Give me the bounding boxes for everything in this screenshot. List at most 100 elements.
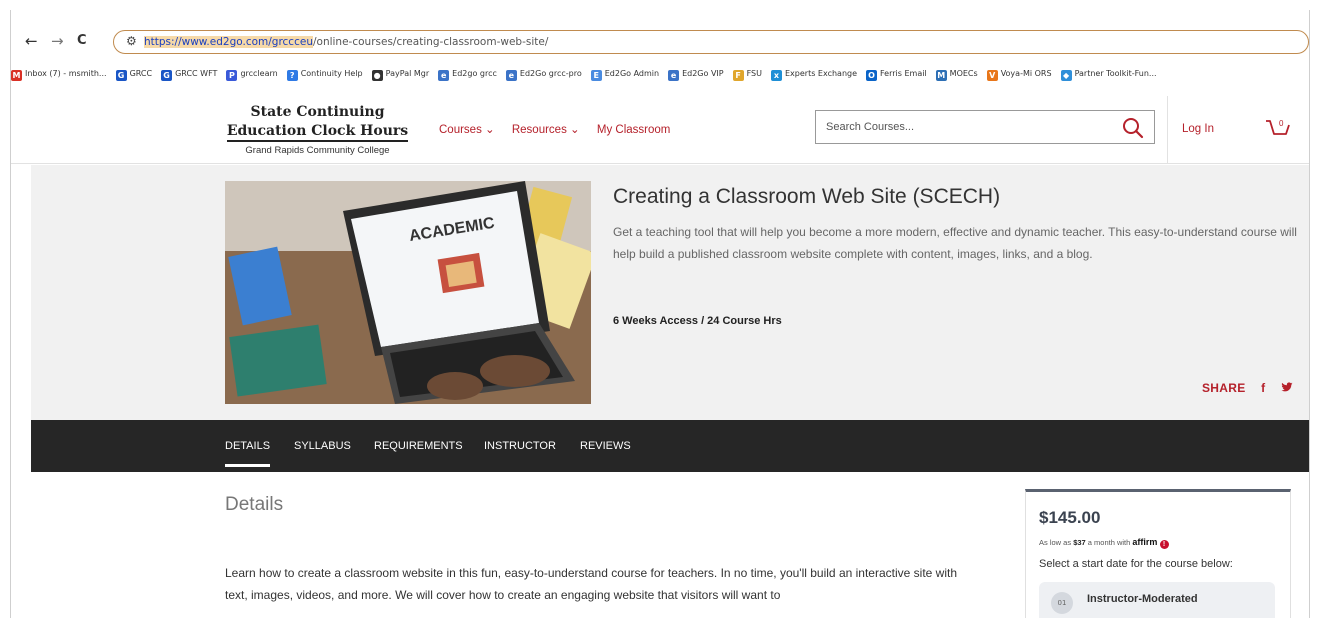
bookmark-label: Partner Toolkit-Fun... [1074,68,1157,78]
google-icon: G [161,69,173,81]
bookmark-item[interactable]: e Ed2go grcc [438,69,497,81]
toolkit-icon: ◆ [1060,69,1072,81]
bookmark-item[interactable]: F FSU [732,68,762,81]
bookmark-label: FSU [746,68,762,78]
search-placeholder: Search Courses... [826,121,915,133]
back-arrow-icon[interactable]: ← [25,32,38,50]
tab-instructor[interactable]: INSTRUCTOR [484,440,556,452]
bookmark-label: Inbox (7) - msmith... [25,68,107,78]
tab-syllabus[interactable]: SYLLABUS [294,440,351,452]
nav-resources[interactable]: Resources ⌄ [512,124,580,136]
start-date-option[interactable]: 01 Instructor-Moderated [1039,582,1275,618]
bookmark-item[interactable]: M MOECs [935,68,978,81]
bookmark-label: Ed2go grcc [452,68,497,78]
bookmark-item[interactable]: E Ed2Go Admin [590,68,660,81]
browser-window: ← → C ⚙ https://www.ed2go.com/grccceu/on… [10,10,1310,618]
help-icon: ? [286,69,298,81]
moecs-icon: M [935,69,947,81]
logo-line3: Grand Rapids Community College [245,145,390,156]
bookmark-item[interactable]: e Ed2Go grcc-pro [505,69,582,81]
option-label: Instructor-Moderated [1087,593,1198,605]
bookmark-item[interactable]: O Ferris Email [866,69,927,81]
bookmark-item[interactable]: M Inbox (7) - msmith... [11,69,107,81]
course-description: Get a teaching tool that will help you b… [613,225,1297,261]
twitter-icon[interactable] [1281,382,1293,393]
search-input[interactable]: Search Courses... [815,110,1155,144]
bookmark-label: Experts Exchange [785,68,858,78]
forward-arrow-icon[interactable]: → [51,32,64,50]
site-header: State Continuing Education Clock Hours G… [11,96,1309,164]
tab-details[interactable]: DETAILS [225,440,271,467]
voya-icon: V [986,69,998,81]
select-start-date-label: Select a start date for the course below… [1039,558,1233,570]
bookmark-label: Ferris Email [880,68,927,78]
nav-my-classroom[interactable]: My Classroom [597,124,670,136]
bookmark-label: GRCC WFT [175,68,218,78]
bookmark-item[interactable]: x Experts Exchange [771,69,857,81]
bookmark-label: Voya-Mi ORS [1000,68,1052,78]
p-icon: P [226,69,238,81]
bookmarks-bar: M Inbox (7) - msmith... G GRCC G GRCC WFT Pgrc… [11,64,1309,84]
price-card: $145.00 As low as $37 a month with affir… [1025,489,1291,618]
google-icon: G [115,69,127,81]
reload-icon[interactable]: C [77,33,87,48]
bookmark-label: PayPal Mgr [385,68,430,78]
address-bar[interactable]: ⚙ https://www.ed2go.com/grccceu/online-c… [113,30,1309,54]
bookmark-item[interactable]: e Ed2Go VIP [668,69,724,81]
gmail-icon: M [11,69,22,81]
bookmark-label: Ed2Go VIP [682,68,724,78]
tab-requirements[interactable]: REQUIREMENTS [374,440,463,452]
ed2go-icon: e [505,69,517,81]
logo-line2: Education Clock Hours [226,123,409,142]
url-text[interactable]: https://www.ed2go.com/grccceu/online-cou… [144,36,548,48]
bookmark-item[interactable]: ● PayPal Mgr [371,68,430,81]
fsu-icon: F [732,69,744,81]
header-divider [1167,96,1168,164]
bookmark-item[interactable]: G GRCC WFT [161,69,217,81]
search-icon[interactable] [1122,117,1144,139]
bookmark-label: grcclearn [240,68,278,78]
course-title: Creating a Classroom Web Site (SCECH) [613,185,1001,208]
facebook-icon[interactable]: f [1261,381,1265,395]
cart-count: 0 [1279,119,1284,128]
info-icon[interactable]: ! [1159,540,1169,549]
bookmark-label: Ed2Go Admin [604,68,660,78]
course-hero: ACADEMIC Creating a Classroom Web Site (… [31,165,1309,420]
affirm-financing: As low as $37 a month with affirm ! [1039,537,1169,549]
affirm-suffix: a month with [1085,538,1133,547]
url-domain: https://www.ed2go.com/grccceu [144,36,313,48]
option-icon: 01 [1051,592,1073,614]
bookmark-item[interactable]: Pgrcclearn [226,68,278,81]
tab-reviews[interactable]: REVIEWS [580,440,631,452]
bookmark-item[interactable]: ? Continuity Help [286,68,363,81]
cart-icon[interactable]: 0 [1265,116,1291,140]
details-body: Learn how to create a classroom website … [225,566,957,602]
experts-icon: x [771,69,782,81]
browser-toolbar: ← → C ⚙ https://www.ed2go.com/grccceu/on… [11,30,1309,56]
site-logo[interactable]: State Continuing Education Clock Hours G… [225,104,410,156]
affirm-prefix: As low as [1039,538,1074,547]
bookmark-label: MOECs [949,68,978,78]
url-path: /online-courses/creating-classroom-web-s… [312,36,549,48]
bookmark-label: Continuity Help [300,68,363,78]
bookmark-item[interactable]: V Voya-Mi ORS [986,68,1052,81]
ed2go-icon: e [668,69,680,81]
affirm-logo: affirm [1132,537,1158,547]
admin-icon: E [590,69,602,81]
share-label: SHARE [1202,381,1246,395]
course-tabs: DETAILS SYLLABUS REQUIREMENTS INSTRUCTOR… [31,420,1309,472]
bookmark-label: GRCC [129,68,153,78]
main-nav: Courses ⌄ Resources ⌄ My Classroom [439,122,684,136]
ed2go-icon: e [438,69,450,81]
outlook-icon: O [866,69,878,81]
course-image: ACADEMIC [225,181,591,404]
bookmark-item[interactable]: G GRCC [115,68,153,81]
course-access-info: 6 Weeks Access / 24 Course Hrs [613,315,782,327]
logo-line1: State Continuing [250,104,385,120]
nav-courses[interactable]: Courses ⌄ [439,124,495,136]
bookmark-item[interactable]: ◆ Partner Toolkit-Fun... [1060,68,1157,81]
login-link[interactable]: Log In [1182,123,1214,135]
share-section: SHARE f [1202,381,1293,395]
site-settings-icon[interactable]: ⚙ [126,34,137,48]
globe-icon: ● [371,69,383,81]
